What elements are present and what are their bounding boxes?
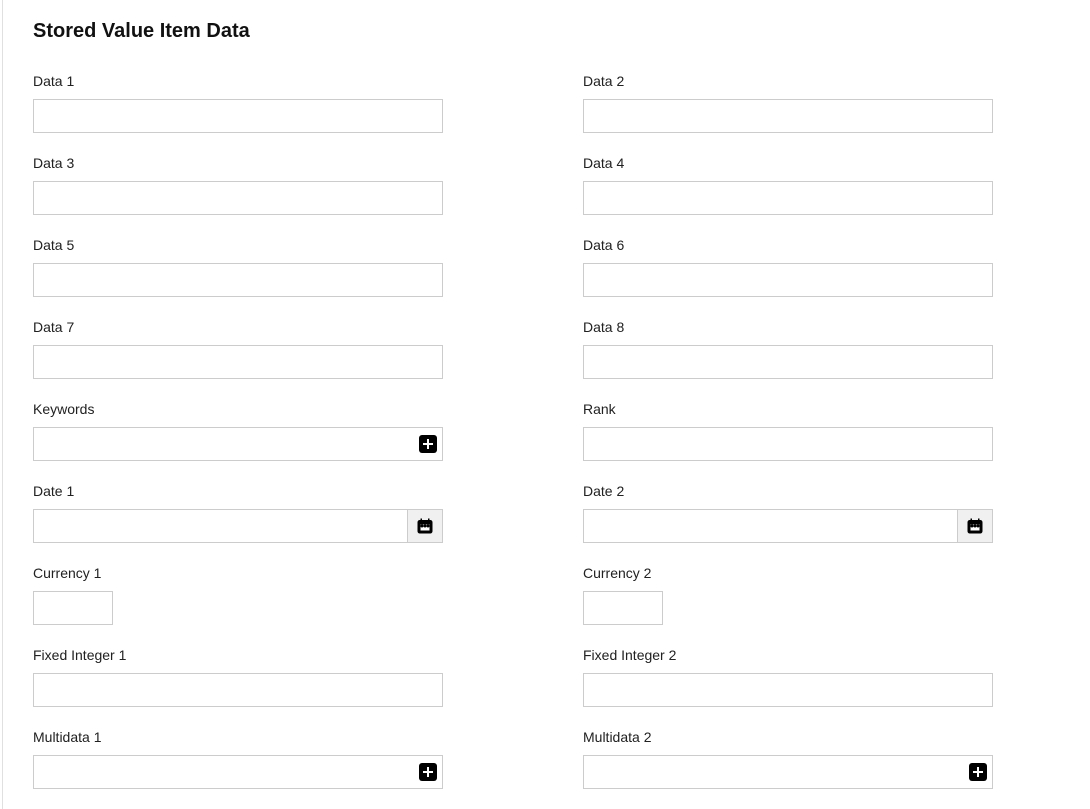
input-multidata1[interactable] [33, 755, 443, 789]
label-multidata2: Multidata 2 [583, 729, 993, 745]
input-wrapper-multidata1 [33, 755, 443, 789]
field-date2: Date 2 [583, 483, 993, 543]
input-data8[interactable] [583, 345, 993, 379]
label-data7: Data 7 [33, 319, 443, 335]
input-wrapper-date2 [583, 509, 993, 543]
label-keywords: Keywords [33, 401, 443, 417]
input-fixedinteger1[interactable] [33, 673, 443, 707]
input-wrapper-keywords [33, 427, 443, 461]
field-multidata2: Multidata 2 [583, 729, 993, 789]
input-data7[interactable] [33, 345, 443, 379]
label-multidata1: Multidata 1 [33, 729, 443, 745]
field-data1: Data 1 [33, 73, 443, 133]
calendar-icon [966, 517, 984, 535]
input-data4[interactable] [583, 181, 993, 215]
label-currency1: Currency 1 [33, 565, 443, 581]
field-currency2: Currency 2 [583, 565, 993, 625]
field-data3: Data 3 [33, 155, 443, 215]
input-currency1[interactable] [33, 591, 113, 625]
field-data7: Data 7 [33, 319, 443, 379]
form-grid: Data 1 Data 2 Data 3 Data 4 Data 5 Data … [33, 73, 993, 789]
field-data2: Data 2 [583, 73, 993, 133]
page-title: Stored Value Item Data [33, 20, 1060, 43]
input-multidata2[interactable] [583, 755, 993, 789]
label-fixedinteger1: Fixed Integer 1 [33, 647, 443, 663]
field-data6: Data 6 [583, 237, 993, 297]
input-wrapper-multidata2 [583, 755, 993, 789]
plus-icon[interactable] [419, 763, 437, 781]
label-rank: Rank [583, 401, 993, 417]
plus-icon[interactable] [969, 763, 987, 781]
input-wrapper-date1 [33, 509, 443, 543]
input-date1[interactable] [33, 509, 407, 543]
label-data1: Data 1 [33, 73, 443, 89]
field-multidata1: Multidata 1 [33, 729, 443, 789]
field-date1: Date 1 [33, 483, 443, 543]
label-date2: Date 2 [583, 483, 993, 499]
input-data6[interactable] [583, 263, 993, 297]
label-date1: Date 1 [33, 483, 443, 499]
input-rank[interactable] [583, 427, 993, 461]
calendar-icon [416, 517, 434, 535]
input-date2[interactable] [583, 509, 957, 543]
label-fixedinteger2: Fixed Integer 2 [583, 647, 993, 663]
input-data1[interactable] [33, 99, 443, 133]
input-data3[interactable] [33, 181, 443, 215]
field-fixedinteger1: Fixed Integer 1 [33, 647, 443, 707]
input-keywords[interactable] [33, 427, 443, 461]
field-fixedinteger2: Fixed Integer 2 [583, 647, 993, 707]
field-data4: Data 4 [583, 155, 993, 215]
plus-icon[interactable] [419, 435, 437, 453]
label-data3: Data 3 [33, 155, 443, 171]
label-currency2: Currency 2 [583, 565, 993, 581]
field-keywords: Keywords [33, 401, 443, 461]
input-data2[interactable] [583, 99, 993, 133]
date-picker-button[interactable] [407, 509, 443, 543]
field-data5: Data 5 [33, 237, 443, 297]
label-data6: Data 6 [583, 237, 993, 253]
field-data8: Data 8 [583, 319, 993, 379]
input-fixedinteger2[interactable] [583, 673, 993, 707]
label-data5: Data 5 [33, 237, 443, 253]
label-data4: Data 4 [583, 155, 993, 171]
input-data5[interactable] [33, 263, 443, 297]
field-currency1: Currency 1 [33, 565, 443, 625]
input-currency2[interactable] [583, 591, 663, 625]
date-picker-button[interactable] [957, 509, 993, 543]
label-data8: Data 8 [583, 319, 993, 335]
label-data2: Data 2 [583, 73, 993, 89]
field-rank: Rank [583, 401, 993, 461]
